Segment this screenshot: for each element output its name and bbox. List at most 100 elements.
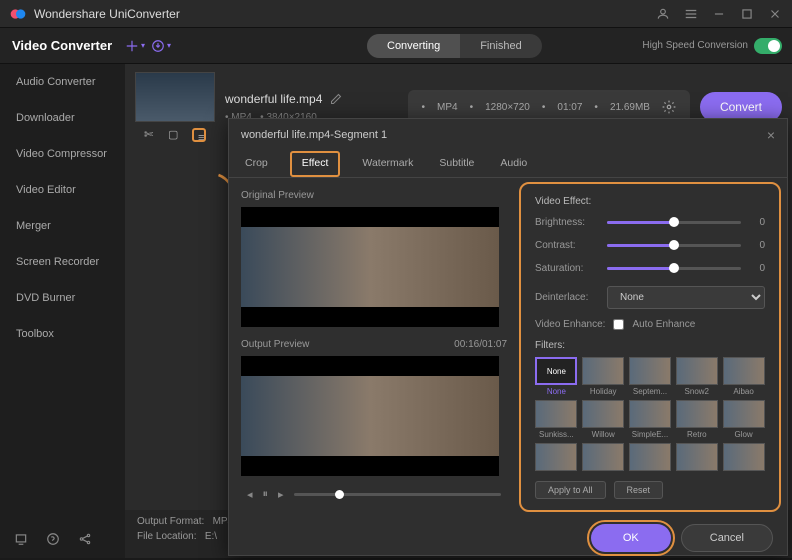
saturation-label: Saturation: (535, 263, 597, 274)
tab-effect[interactable]: Effect (290, 151, 341, 177)
sidebar-item-dvd-burner[interactable]: DVD Burner (0, 280, 125, 316)
output-preview (241, 356, 499, 476)
next-frame-icon[interactable]: ▸ (278, 488, 284, 501)
share-icon[interactable] (78, 532, 92, 546)
original-preview-label: Original Preview (241, 190, 507, 201)
deinterlace-label: Deinterlace: (535, 292, 597, 303)
menu-icon[interactable] (684, 7, 698, 21)
deinterlace-select[interactable]: None (607, 286, 765, 309)
filter-item[interactable]: SimpleE... (629, 400, 672, 439)
preview-time: 00:16/01:07 (454, 339, 507, 350)
effect-icon[interactable]: ≡ (192, 128, 206, 142)
tab-crop[interactable]: Crop (241, 151, 272, 177)
dialog-close-icon[interactable]: × (767, 127, 775, 143)
filter-item[interactable]: Glow (722, 400, 765, 439)
enhance-label: Video Enhance: (535, 319, 605, 330)
sidebar-item-video-compressor[interactable]: Video Compressor (0, 136, 125, 172)
out-duration: 01:07 (557, 102, 582, 113)
sidebar: Audio Converter Downloader Video Compres… (0, 64, 125, 558)
saturation-value: 0 (751, 263, 765, 274)
crop-icon[interactable]: ▢ (168, 128, 182, 142)
sidebar-item-downloader[interactable]: Downloader (0, 100, 125, 136)
file-location-value[interactable]: E:\ (205, 531, 217, 542)
edit-name-icon[interactable] (330, 93, 342, 105)
maximize-icon[interactable] (740, 7, 754, 21)
saturation-slider[interactable] (607, 267, 741, 270)
sidebar-item-screen-recorder[interactable]: Screen Recorder (0, 244, 125, 280)
prev-frame-icon[interactable]: ◂ (247, 488, 253, 501)
add-file-button[interactable]: ▾ (125, 36, 145, 56)
brightness-value: 0 (751, 217, 765, 228)
filter-item[interactable]: Willow (582, 400, 625, 439)
auto-enhance-label: Auto Enhance (632, 319, 695, 330)
out-resolution: 1280×720 (485, 102, 530, 113)
filter-item[interactable]: Septem... (629, 357, 672, 396)
gear-icon[interactable] (662, 100, 676, 114)
hs-label: High Speed Conversion (642, 40, 748, 51)
contrast-label: Contrast: (535, 240, 597, 251)
filter-item[interactable]: Aibao (722, 357, 765, 396)
brightness-slider[interactable] (607, 221, 741, 224)
cancel-button[interactable]: Cancel (681, 524, 773, 552)
trim-icon[interactable]: ✄ (144, 128, 158, 142)
filter-item[interactable] (722, 443, 765, 473)
minimize-icon[interactable] (712, 7, 726, 21)
app-title: Wondershare UniConverter (34, 7, 656, 21)
filter-item[interactable]: Sunkiss... (535, 400, 578, 439)
video-effect-header: Video Effect: (535, 196, 765, 207)
user-icon[interactable] (656, 7, 670, 21)
titlebar: Wondershare UniConverter (0, 0, 792, 28)
original-preview (241, 207, 499, 327)
sidebar-item-audio-converter[interactable]: Audio Converter (0, 64, 125, 100)
section-title: Video Converter (10, 38, 125, 53)
dialog-tabs: Crop Effect Watermark Subtitle Audio (229, 151, 787, 178)
tab-audio[interactable]: Audio (496, 151, 531, 177)
sidebar-item-video-editor[interactable]: Video Editor (0, 172, 125, 208)
sidebar-item-toolbox[interactable]: Toolbox (0, 316, 125, 352)
play-pause-icon[interactable]: ⏸ (263, 488, 269, 501)
progress-slider[interactable] (294, 493, 501, 496)
output-format-label: Output Format: (137, 516, 204, 527)
filter-grid: NoneNoneHolidaySeptem...Snow2Aibao Sunkis… (535, 357, 765, 473)
tab-finished[interactable]: Finished (460, 34, 542, 58)
filter-item[interactable] (535, 443, 578, 473)
dialog-title: wonderful life.mp4-Segment 1 (241, 129, 387, 141)
filter-item[interactable] (582, 443, 625, 473)
output-preview-label: Output Preview (241, 339, 309, 350)
apply-to-all-button[interactable]: Apply to All (535, 481, 606, 499)
devices-icon[interactable] (14, 532, 28, 546)
filter-item[interactable] (675, 443, 718, 473)
contrast-value: 0 (751, 240, 765, 251)
brightness-label: Brightness: (535, 217, 597, 228)
auto-enhance-checkbox[interactable] (613, 319, 624, 330)
preview-pane: Original Preview Output Preview 00:16/01… (229, 178, 519, 516)
tab-watermark[interactable]: Watermark (358, 151, 417, 177)
hs-toggle[interactable] (754, 38, 782, 54)
toolbar: Video Converter ▾ ▾ Converting Finished … (0, 28, 792, 64)
close-icon[interactable] (768, 7, 782, 21)
out-format: MP4 (437, 102, 458, 113)
effects-pane: Video Effect: Brightness: 0 Contrast: 0 … (519, 182, 781, 512)
player-controls: ◂ ⏸ ▸ (241, 488, 507, 501)
tab-subtitle[interactable]: Subtitle (435, 151, 478, 177)
effect-dialog: wonderful life.mp4-Segment 1 × Crop Effe… (228, 118, 788, 556)
file-name: wonderful life.mp4 (225, 92, 322, 106)
file-location-label: File Location: (137, 531, 196, 542)
filter-item[interactable]: Retro (675, 400, 718, 439)
out-size: 21.69MB (610, 102, 650, 113)
video-thumbnail[interactable] (135, 72, 215, 122)
filters-label: Filters: (535, 340, 765, 351)
sidebar-item-merger[interactable]: Merger (0, 208, 125, 244)
contrast-slider[interactable] (607, 244, 741, 247)
download-tool-button[interactable]: ▾ (151, 36, 171, 56)
filter-item[interactable]: Holiday (582, 357, 625, 396)
filter-item[interactable] (629, 443, 672, 473)
status-tabs: Converting Finished (367, 34, 542, 58)
filter-item[interactable]: Snow2 (675, 357, 718, 396)
tab-converting[interactable]: Converting (367, 34, 460, 58)
help-icon[interactable] (46, 532, 60, 546)
reset-button[interactable]: Reset (614, 481, 664, 499)
filter-item[interactable]: NoneNone (535, 357, 578, 396)
ok-button[interactable]: OK (591, 524, 671, 552)
app-logo-icon (10, 6, 26, 22)
